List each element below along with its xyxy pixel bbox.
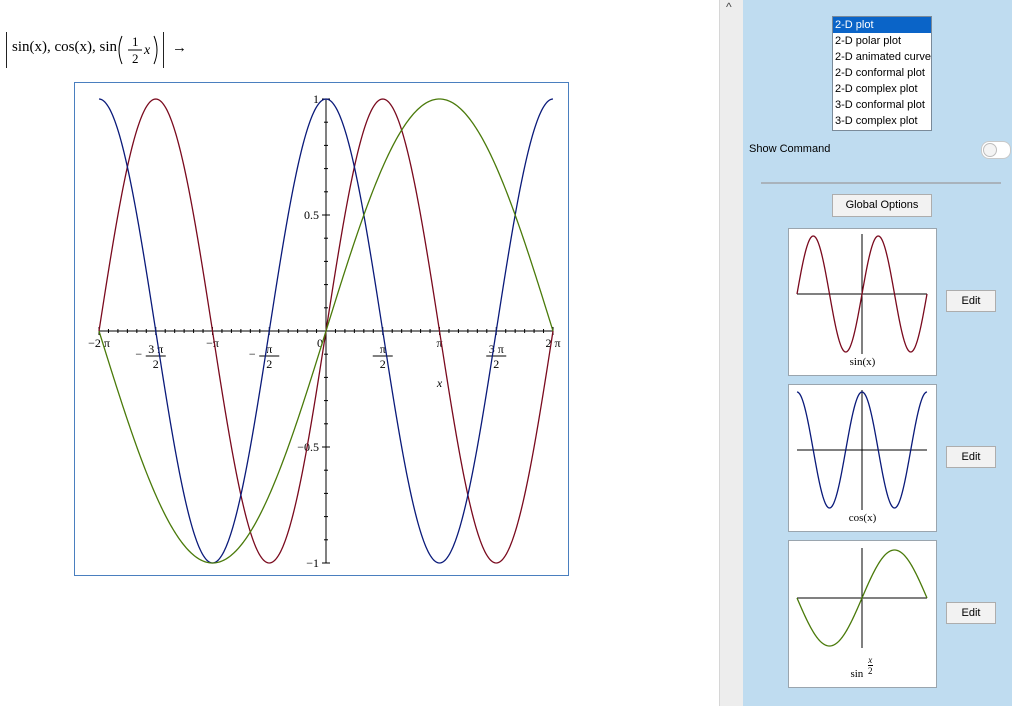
thumbnail-cos-plot (796, 390, 928, 510)
splitter[interactable]: ^ (719, 0, 744, 706)
chevron-up-icon[interactable]: ^ (726, 0, 732, 14)
thumbnail-sin[interactable]: sin(x) (788, 228, 937, 376)
x-tick-label: π2 (372, 342, 393, 371)
toggle-knob[interactable] (983, 143, 997, 157)
edit-sin-half-button[interactable]: Edit (946, 602, 996, 624)
thumbnail-sin-half-label: sin x 2 (789, 655, 936, 683)
plot-type-list[interactable]: 2-D plot 2-D polar plot 2-D animated curve… (832, 16, 932, 131)
tick-sign: − (249, 347, 256, 361)
thumbnail-sin-plot (796, 234, 928, 354)
tick-num: −2 π (88, 336, 110, 350)
bracket-left (6, 32, 7, 68)
plot-type-option[interactable]: 2-D animated curve (833, 49, 931, 65)
show-command-label: Show Command (749, 143, 831, 155)
tick-num: 3 π (148, 342, 163, 356)
thumbnail-sin-label: sin(x) (849, 356, 876, 368)
thumbnail-cos[interactable]: cos(x) (788, 384, 937, 532)
plot-type-option[interactable]: 3-D conformal plot (833, 97, 931, 113)
bracket-right (163, 32, 164, 68)
fraction-denominator: 2 (132, 51, 139, 66)
tick-num: 3 π (489, 342, 504, 356)
y-tick-label: −1 (306, 556, 319, 570)
tick-num: −π (206, 336, 219, 350)
tick-den: 2 (153, 357, 159, 371)
thumb-label-prefix: sin (850, 668, 864, 681)
plot-type-option[interactable]: 3-D complex plot (833, 113, 931, 129)
x-tick-label: 3 π2 (486, 342, 507, 371)
edit-sin-button[interactable]: Edit (946, 290, 996, 312)
document-area: sin(x), cos(x), sin 1 2 x → −2 π −3 π 2 −π −… (0, 0, 719, 706)
plot-type-option[interactable]: 2-D conformal plot (833, 65, 931, 81)
tick-num: 2 π (545, 336, 560, 350)
edit-cos-button[interactable]: Edit (946, 446, 996, 468)
x-tick-label: −2 π (88, 336, 110, 350)
tick-sign: − (135, 347, 142, 361)
fraction-paren: 1 2 x (118, 34, 158, 66)
plot-canvas[interactable]: −2 π− 3 π2−π− π20 π2π 3 π22 πx10.5−0.5−1 (75, 83, 568, 575)
plot-builder-panel: 2-D plot 2-D polar plot 2-D animated curve… (743, 0, 1012, 706)
plot-type-option[interactable]: 2-D complex plot (833, 81, 931, 97)
global-options-button[interactable]: Global Options (832, 194, 932, 217)
plot-type-option[interactable]: 2-D polar plot (833, 33, 931, 49)
tick-den: 2 (493, 357, 499, 371)
arrow-icon: → (172, 39, 187, 56)
expression-prefix: sin(x), cos(x), sin (12, 39, 117, 55)
y-tick-label: 0.5 (304, 208, 319, 222)
x-tick-label: −π (206, 336, 219, 350)
plot-frame[interactable]: −2 π −3 π 2 −π − π 2 0 π 2 π 3 π22 π x 1 0.5 −0.5 −1 (74, 82, 569, 576)
fraction-var: x (143, 43, 151, 58)
fraction-numerator: 1 (132, 34, 139, 49)
x-tick-label: 2 π (545, 336, 560, 350)
thumbnail-sin-half[interactable]: sin x 2 (788, 540, 937, 688)
show-command-toggle[interactable] (981, 141, 1011, 159)
thumb-label-frac: x 2 (868, 655, 873, 676)
plot-type-option[interactable]: 2-D plot (833, 17, 931, 33)
x-axis-label: x (436, 376, 443, 390)
divider (761, 182, 1001, 184)
tick-den: 2 (380, 357, 386, 371)
tick-den: 2 (266, 357, 272, 371)
thumbnail-cos-label: cos(x) (848, 512, 877, 524)
